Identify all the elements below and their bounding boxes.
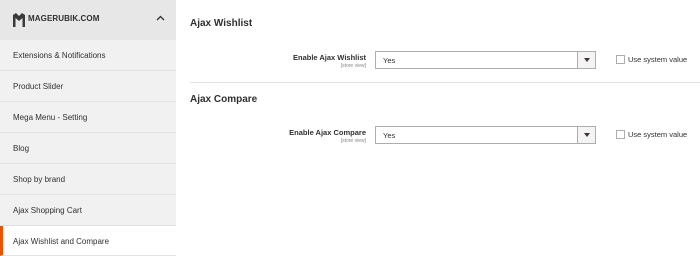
section-title-ajax-compare: Ajax Compare <box>190 94 258 105</box>
select-toggle[interactable] <box>577 52 595 68</box>
sidebar-item-label: Extensions & Notifications <box>13 51 106 60</box>
sidebar-item-label: Blog <box>13 144 30 153</box>
select-value: Yes <box>383 131 396 140</box>
sidebar-item-blog[interactable]: Blog <box>0 133 176 164</box>
sidebar-item-ajax-shopping-cart[interactable]: Ajax Shopping Cart <box>0 195 176 226</box>
brand-name: MAGERUBIK.COM <box>28 14 100 23</box>
dropdown-arrow-icon <box>584 58 590 62</box>
field-label-enable-ajax-compare: Enable Ajax Compare <box>289 128 366 137</box>
sidebar-item-product-slider[interactable]: Product Slider <box>0 71 176 102</box>
field-label-enable-ajax-wishlist: Enable Ajax Wishlist <box>292 53 366 62</box>
enable-ajax-wishlist-select[interactable]: Yes <box>375 51 596 69</box>
sidebar-item-label: Shop by brand <box>13 175 66 184</box>
magerubik-logo-icon <box>13 13 25 27</box>
sidebar-item-label: Ajax Shopping Cart <box>13 206 82 215</box>
sidebar-item-shop-by-brand[interactable]: Shop by brand <box>0 164 176 195</box>
select-value: Yes <box>383 56 396 65</box>
sidebar-item-ajax-wishlist-compare[interactable]: Ajax Wishlist and Compare <box>0 226 176 256</box>
section-title-ajax-wishlist: Ajax Wishlist <box>190 18 253 29</box>
dropdown-arrow-icon <box>584 133 590 137</box>
select-toggle[interactable] <box>577 127 595 143</box>
field-scope: [store view] <box>340 63 366 69</box>
use-system-value-checkbox-wishlist[interactable] <box>616 55 625 64</box>
sidebar-item-label: Mega Menu - Setting <box>13 113 88 122</box>
use-system-value-checkbox-compare[interactable] <box>616 130 625 139</box>
sidebar-item-label: Ajax Wishlist and Compare <box>13 237 110 246</box>
chevron-up-icon[interactable] <box>156 15 165 21</box>
sidebar-item-extensions-notifications[interactable]: Extensions & Notifications <box>0 40 176 71</box>
section-divider <box>190 82 700 83</box>
sidebar: MAGERUBIK.COM Extensions & Notifications… <box>0 0 176 256</box>
use-system-value-label[interactable]: Use system value <box>628 55 687 64</box>
use-system-value-label[interactable]: Use system value <box>628 130 687 139</box>
sidebar-item-label: Product Slider <box>13 82 64 91</box>
sidebar-item-mega-menu-setting[interactable]: Mega Menu - Setting <box>0 102 176 133</box>
sidebar-header[interactable]: MAGERUBIK.COM <box>0 0 176 40</box>
enable-ajax-compare-select[interactable]: Yes <box>375 126 596 144</box>
field-scope: [store view] <box>340 138 366 144</box>
